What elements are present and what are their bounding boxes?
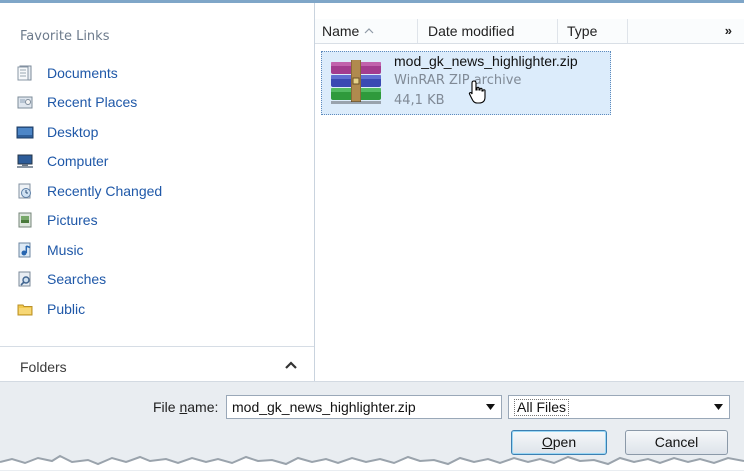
nav-item-searches[interactable]: Searches — [16, 265, 162, 295]
favorite-links-heading: Favorite Links — [20, 29, 110, 44]
public-folder-icon — [16, 301, 34, 317]
nav-item-label: Public — [47, 300, 86, 317]
navigation-pane: Favorite Links Documents Recent Places D… — [0, 3, 315, 382]
nav-item-computer[interactable]: Computer — [16, 147, 162, 177]
file-size: 44,1 KB — [394, 93, 445, 108]
music-icon — [16, 242, 34, 258]
pictures-icon — [16, 212, 34, 228]
file-type-filter-value: All Files — [514, 399, 570, 416]
nav-item-music[interactable]: Music — [16, 235, 162, 265]
folders-label: Folders — [20, 359, 67, 375]
recently-changed-icon — [16, 183, 34, 199]
chevron-up-icon[interactable] — [284, 359, 298, 371]
open-button-label: pen — [552, 434, 577, 450]
nav-item-documents[interactable]: Documents — [16, 58, 162, 88]
column-header-date-modified[interactable]: Date modified — [418, 19, 558, 43]
nav-item-label: Documents — [47, 64, 118, 81]
accelerator-key: O — [541, 434, 553, 450]
torn-paper-edge — [0, 454, 744, 470]
nav-item-label: Recently Changed — [47, 182, 163, 199]
nav-item-pictures[interactable]: Pictures — [16, 206, 162, 236]
nav-item-label: Pictures — [47, 212, 98, 229]
winrar-archive-icon — [331, 60, 381, 104]
file-list-pane: Name Date modified Type » mod_gk_news_hi… — [315, 3, 744, 381]
column-header-name[interactable]: Name — [315, 19, 418, 43]
column-header-label: Type — [567, 23, 598, 39]
column-header-row: Name Date modified Type » — [315, 19, 744, 44]
sort-ascending-icon — [364, 28, 374, 34]
nav-item-label: Desktop — [47, 123, 99, 140]
mouse-cursor-icon — [468, 80, 486, 104]
more-columns-button[interactable]: » — [628, 19, 744, 43]
file-name-input[interactable] — [227, 396, 478, 418]
nav-item-recent-places[interactable]: Recent Places — [16, 88, 162, 118]
computer-icon — [16, 153, 34, 169]
column-header-label: Name — [322, 23, 360, 39]
double-chevron-right-icon: » — [724, 23, 732, 38]
nav-item-desktop[interactable]: Desktop — [16, 117, 162, 147]
desktop-icon — [16, 124, 34, 140]
file-name-label-part: File — [153, 399, 180, 415]
nav-item-label: Computer — [47, 153, 109, 170]
file-type: WinRAR ZIP archive — [394, 73, 522, 88]
recent-places-icon — [16, 94, 34, 110]
nav-item-label: Music — [47, 241, 84, 258]
nav-item-recently-changed[interactable]: Recently Changed — [16, 176, 162, 206]
file-type-filter-dropdown[interactable]: All Files — [508, 395, 730, 419]
file-name-combobox[interactable] — [226, 395, 502, 419]
dropdown-arrow-icon[interactable] — [714, 404, 723, 410]
file-item[interactable]: mod_gk_news_highlighter.zip WinRAR ZIP a… — [321, 51, 611, 115]
favorite-links-list: Documents Recent Places Desktop Computer… — [16, 58, 162, 324]
column-header-type[interactable]: Type — [558, 19, 628, 43]
file-name: mod_gk_news_highlighter.zip — [394, 53, 578, 69]
file-name-label-part: ame: — [187, 399, 219, 415]
nav-item-label: Searches — [47, 271, 107, 288]
file-name-label: File name: — [153, 399, 218, 415]
documents-icon — [16, 65, 34, 81]
searches-icon — [16, 271, 34, 287]
nav-item-label: Recent Places — [47, 94, 138, 111]
dropdown-arrow-icon[interactable] — [486, 404, 495, 410]
column-header-label: Date modified — [428, 23, 515, 39]
nav-item-public[interactable]: Public — [16, 294, 162, 324]
folders-bar[interactable]: Folders — [0, 346, 314, 382]
